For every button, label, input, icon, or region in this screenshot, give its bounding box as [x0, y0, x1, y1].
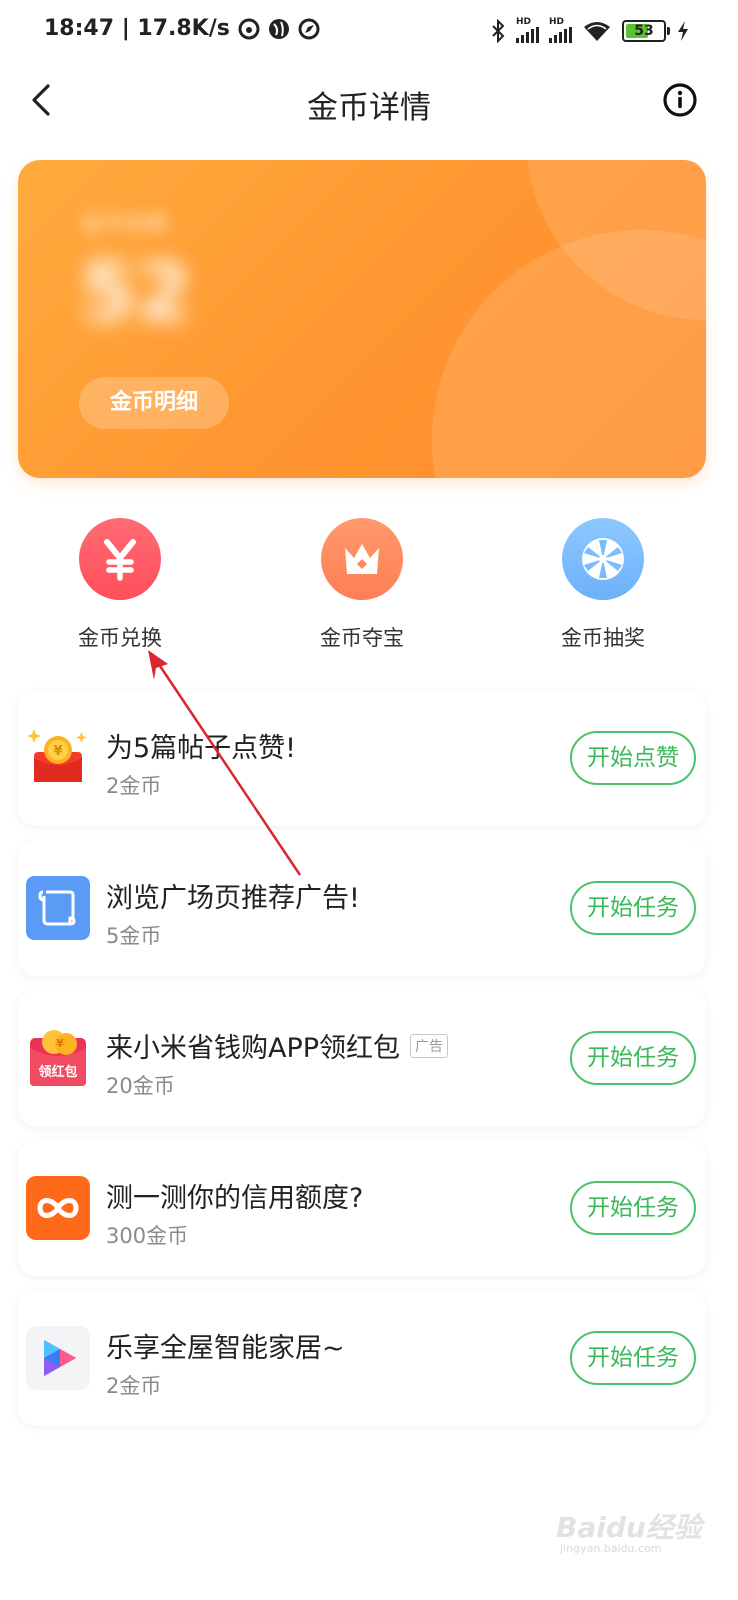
netease-icon	[238, 18, 260, 39]
signal-hd-label: HD	[516, 17, 532, 27]
watermark-url: jingyan.baidu.com	[560, 1542, 662, 1555]
play-icon	[26, 1326, 90, 1390]
status-bar: 18:47 | 17.8K/s HD HD 53	[0, 0, 738, 64]
red-packet-icon: ¥ 领红包	[30, 1030, 86, 1086]
svg-text:¥: ¥	[56, 1037, 64, 1050]
wifi-icon	[584, 21, 610, 41]
status-right: HD HD 53	[490, 18, 690, 43]
battery-level: 53	[634, 22, 654, 39]
info-icon[interactable]	[662, 82, 698, 118]
task-title: 来小米省钱购APP领红包 广告	[106, 1026, 449, 1065]
charging-icon	[678, 20, 688, 41]
signal-hd-label: HD	[549, 17, 565, 27]
exchange-circle	[79, 518, 161, 600]
battery-icon: 53	[622, 19, 670, 42]
yen-icon	[104, 539, 136, 581]
lottery-circle	[562, 518, 644, 600]
signal-icon-2: HD	[549, 18, 572, 43]
task-title: 为5篇帖子点赞!	[106, 733, 297, 764]
quick-action-label: 金币夺宝	[320, 626, 404, 650]
quick-action-label: 金币抽奖	[561, 626, 645, 650]
red-packet-icon-text: 领红包	[38, 1064, 77, 1080]
page-title: 金币详情	[307, 90, 431, 126]
red-envelope-coin-icon: ¥	[27, 729, 87, 782]
start-like-button[interactable]: 开始点赞	[570, 731, 696, 785]
compass-icon	[298, 18, 320, 39]
task-card: 乐享全屋智能家居~ 2金币 开始任务	[18, 1290, 706, 1426]
task-reward: 2金币	[106, 774, 162, 798]
crown-icon	[345, 544, 379, 574]
start-task-button[interactable]: 开始任务	[570, 1031, 696, 1085]
quick-action-lottery[interactable]: 金币抽奖	[503, 518, 703, 652]
watermark: Baidu经验 jingyan.baidu.com	[556, 1502, 716, 1560]
task-card: ¥ 为5篇帖子点赞! 2金币 开始点赞	[18, 690, 706, 826]
top-bar: 金币详情	[0, 64, 738, 140]
signal-icon-1: HD	[516, 18, 539, 43]
status-time: 18:47 | 17.8K/s	[44, 16, 230, 41]
globe-icon	[268, 18, 289, 39]
start-task-button[interactable]: 开始任务	[570, 1181, 696, 1235]
task-card: ¥ 领红包 来小米省钱购APP领红包 广告 20金币 开始任务	[18, 990, 706, 1126]
balance-value: 52	[80, 246, 192, 339]
coin-balance-card: 金币余额 52 金币明细	[18, 160, 706, 478]
task-reward: 300金币	[106, 1224, 189, 1248]
start-task-button[interactable]: 开始任务	[570, 1331, 696, 1385]
wheel-icon	[582, 538, 624, 580]
scroll-icon	[26, 876, 90, 940]
status-left: 18:47 | 17.8K/s	[44, 16, 320, 41]
task-card: 测一测你的信用额度? 300金币 开始任务	[18, 1140, 706, 1276]
card-decor-circle	[432, 230, 706, 478]
task-reward: 20金币	[106, 1074, 175, 1098]
quick-action-treasure[interactable]: 金币夺宝	[262, 518, 462, 652]
ad-tag: 广告	[410, 1034, 449, 1058]
task-card: 浏览广场页推荐广告! 5金币 开始任务	[18, 840, 706, 976]
start-task-button[interactable]: 开始任务	[570, 881, 696, 935]
task-title-text: 来小米省钱购APP领红包	[106, 1033, 401, 1064]
task-title: 乐享全屋智能家居~	[106, 1333, 345, 1364]
treasure-circle	[321, 518, 403, 600]
task-reward: 2金币	[106, 1374, 162, 1398]
infinity-icon	[26, 1176, 90, 1240]
quick-action-label: 金币兑换	[78, 626, 162, 650]
bluetooth-icon	[492, 18, 505, 43]
task-title: 测一测你的信用额度?	[106, 1183, 364, 1214]
coin-detail-button[interactable]: 金币明细	[79, 377, 229, 429]
task-title: 浏览广场页推荐广告!	[106, 883, 360, 914]
balance-label: 金币余额	[80, 212, 169, 237]
watermark-brand: Baidu经验	[556, 1511, 702, 1544]
svg-text:¥: ¥	[53, 744, 62, 759]
task-reward: 5金币	[106, 924, 162, 948]
quick-action-exchange[interactable]: 金币兑换	[20, 518, 220, 652]
